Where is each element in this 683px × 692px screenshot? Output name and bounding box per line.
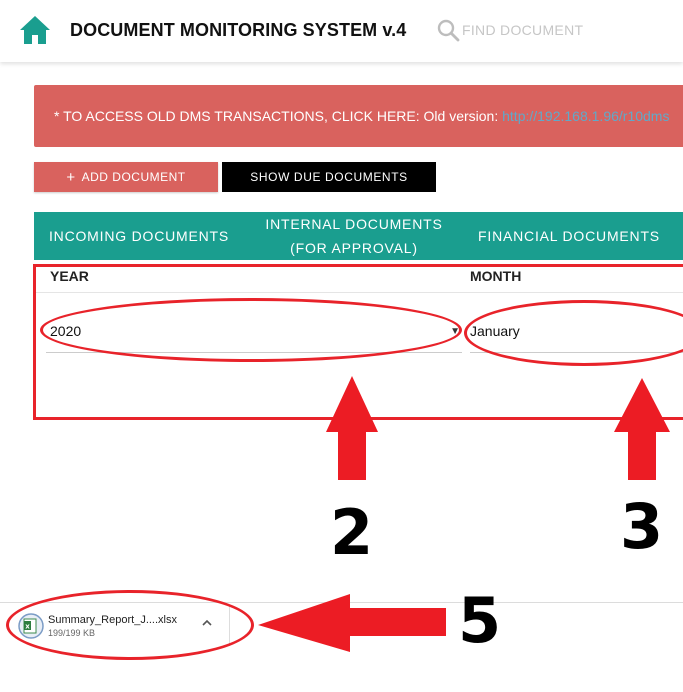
tab-internal-label-line2: (FOR APPROVAL)	[290, 240, 418, 256]
search-input[interactable]	[462, 17, 662, 43]
tab-financial-label: FINANCIAL DOCUMENTS	[478, 228, 660, 244]
search-icon[interactable]	[436, 18, 460, 42]
tab-incoming-documents[interactable]: INCOMING DOCUMENTS	[34, 212, 244, 260]
annotation-number-2: 2	[330, 496, 374, 569]
year-highlight-ellipse	[40, 298, 462, 362]
add-document-button[interactable]: + ADD DOCUMENT	[34, 162, 218, 192]
document-tabs: INCOMING DOCUMENTS INTERNAL DOCUMENTS (F…	[34, 212, 683, 260]
download-highlight-ellipse	[6, 590, 254, 660]
tab-incoming-label: INCOMING DOCUMENTS	[48, 228, 230, 244]
old-version-alert: * TO ACCESS OLD DMS TRANSACTIONS, CLICK …	[34, 85, 683, 147]
annotation-number-3: 3	[620, 490, 664, 563]
annotation-number-5: 5	[458, 584, 502, 657]
plus-icon: +	[66, 168, 76, 186]
old-version-link[interactable]: http://192.168.1.96/r10dms	[502, 108, 669, 124]
app-title: DOCUMENT MONITORING SYSTEM v.4	[70, 20, 407, 40]
tab-internal-label-line1: INTERNAL DOCUMENTS	[265, 216, 443, 232]
top-bar: DOCUMENT MONITORING SYSTEM v.4	[0, 0, 683, 62]
tab-financial-documents[interactable]: FINANCIAL DOCUMENTS	[464, 212, 674, 260]
show-due-label: SHOW DUE DOCUMENTS	[250, 170, 408, 184]
show-due-documents-button[interactable]: SHOW DUE DOCUMENTS	[222, 162, 436, 192]
home-icon[interactable]	[18, 13, 52, 47]
alert-message: * TO ACCESS OLD DMS TRANSACTIONS, CLICK …	[54, 108, 503, 124]
tab-internal-documents[interactable]: INTERNAL DOCUMENTS (FOR APPROVAL)	[250, 212, 458, 260]
add-document-label: ADD DOCUMENT	[81, 170, 186, 184]
